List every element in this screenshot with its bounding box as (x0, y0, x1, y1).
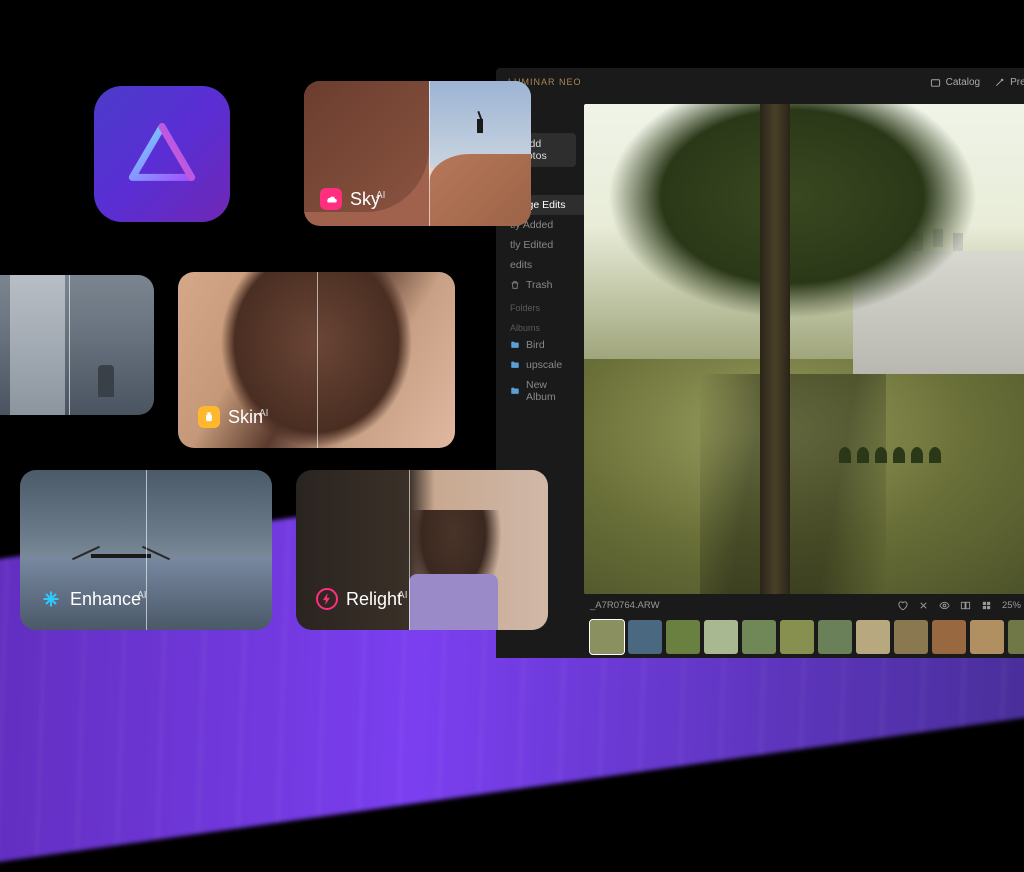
cloud-icon (320, 188, 342, 210)
thumbnail[interactable] (818, 620, 852, 654)
feature-card-waterfall[interactable] (0, 275, 154, 415)
bottom-toolbar: _A7R0764.ARW 25% (584, 594, 1024, 616)
bolt-icon (316, 588, 338, 610)
app-window: LUMINAR NEO Catalog Presets ⌕ + Add Phot… (496, 68, 1024, 658)
catalog-button[interactable]: Catalog (930, 77, 980, 88)
close-icon[interactable] (918, 600, 929, 611)
feature-card-enhance[interactable]: EnhanceAI (20, 470, 272, 630)
compare-divider (409, 470, 410, 630)
folders-section-label: Folders (496, 295, 584, 315)
compare-divider (69, 275, 70, 415)
compare-divider (429, 81, 430, 226)
feature-card-skin[interactable]: SkinAI (178, 272, 455, 448)
main-area: _A7R0764.ARW 25% (584, 96, 1024, 658)
thumbnail[interactable] (780, 620, 814, 654)
album-item-new[interactable]: New Album (496, 375, 584, 407)
thumbnail[interactable] (704, 620, 738, 654)
zoom-level[interactable]: 25% (1002, 600, 1021, 611)
jar-icon (198, 406, 220, 428)
thumbnail[interactable] (666, 620, 700, 654)
albums-section-label: Albums (496, 315, 584, 335)
compare-divider (317, 272, 318, 448)
waterfall-preview-image (0, 275, 154, 415)
feature-label: SkyAI (320, 188, 385, 210)
folder-icon (930, 77, 941, 88)
feature-label: EnhanceAI (40, 588, 147, 610)
app-icon (94, 86, 230, 222)
feature-card-relight[interactable]: RelightAI (296, 470, 548, 630)
filename-label: _A7R0764.ARW (590, 600, 660, 611)
thumbnail[interactable] (932, 620, 966, 654)
heart-icon[interactable] (897, 600, 908, 611)
feature-label: RelightAI (316, 588, 407, 610)
thumbnail[interactable] (894, 620, 928, 654)
presets-button[interactable]: Presets (994, 77, 1024, 88)
filmstrip (584, 616, 1024, 658)
trash-icon (510, 280, 520, 290)
titlebar: LUMINAR NEO Catalog Presets (496, 68, 1024, 96)
triangle-logo-icon (123, 115, 201, 193)
thumbnail[interactable] (1008, 620, 1024, 654)
sparkle-icon (40, 588, 62, 610)
folder-icon (510, 340, 520, 350)
wand-icon (994, 77, 1005, 88)
thumbnail[interactable] (628, 620, 662, 654)
sidebar-item-trash[interactable]: Trash (496, 275, 584, 295)
sidebar-item-recently-edited[interactable]: tly Edited (496, 235, 584, 255)
sidebar-item-edits[interactable]: edits (496, 255, 584, 275)
feature-label: SkinAI (198, 406, 268, 428)
photo-viewport[interactable] (584, 104, 1024, 594)
album-item-upscale[interactable]: upscale (496, 355, 584, 375)
thumbnail[interactable] (742, 620, 776, 654)
thumbnail[interactable] (590, 620, 624, 654)
thumbnail[interactable] (970, 620, 1004, 654)
compare-icon[interactable] (960, 600, 971, 611)
grid-icon[interactable] (981, 600, 992, 611)
folder-icon (510, 360, 520, 370)
eye-icon[interactable] (939, 600, 950, 611)
feature-card-sky[interactable]: SkyAI (304, 81, 531, 226)
album-item-bird[interactable]: Bird (496, 335, 584, 355)
thumbnail[interactable] (856, 620, 890, 654)
folder-icon (510, 386, 520, 396)
